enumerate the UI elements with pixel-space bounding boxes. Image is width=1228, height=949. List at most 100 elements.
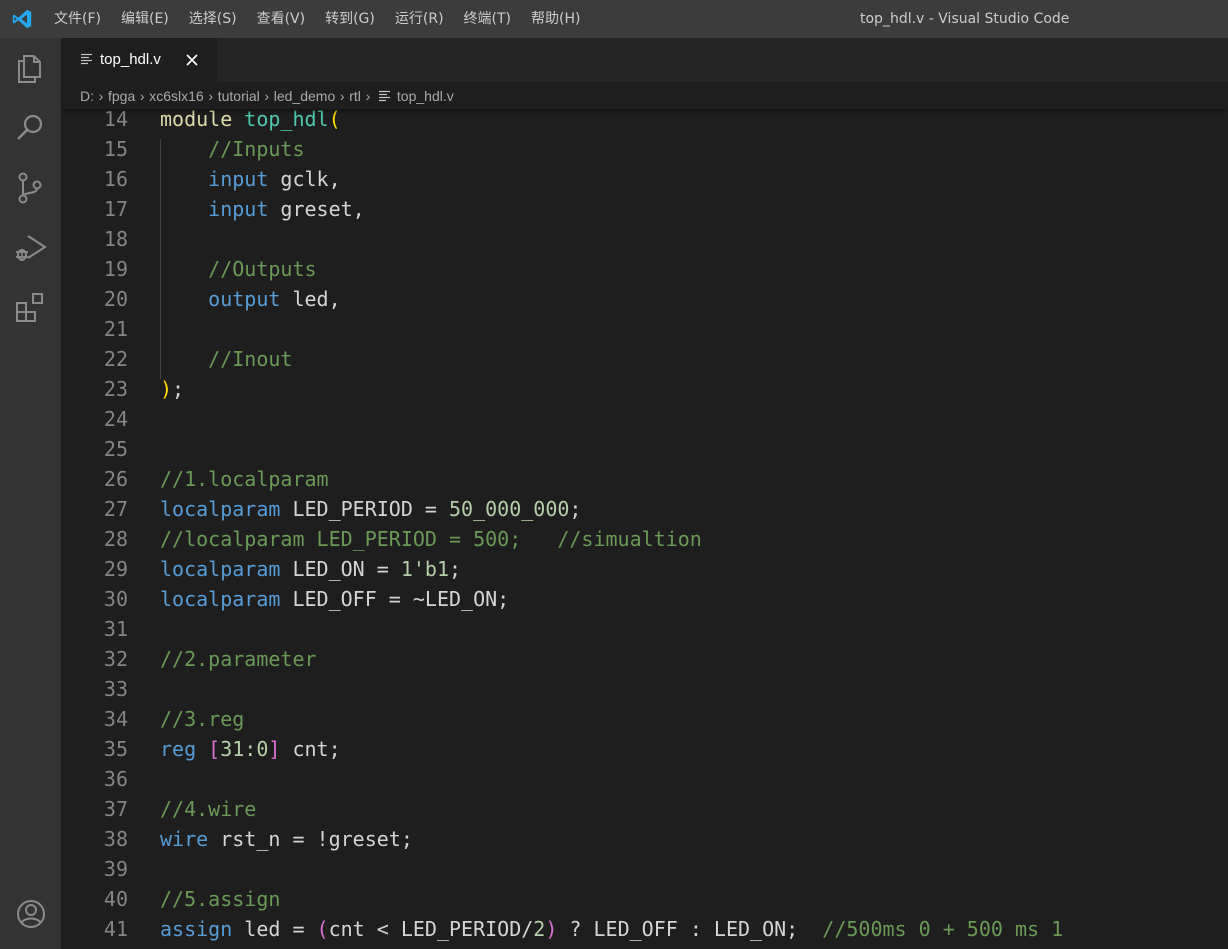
code-line[interactable]: 40 //5.assign bbox=[61, 884, 1228, 914]
close-icon[interactable] bbox=[183, 51, 201, 69]
code-line[interactable]: 15 //Inputs bbox=[61, 134, 1228, 164]
code-token: ; bbox=[449, 557, 462, 581]
line-number: 23 bbox=[103, 377, 128, 401]
source-control-icon[interactable] bbox=[13, 170, 49, 206]
code-line[interactable]: 29 localparam LED_ON = 1'b1; bbox=[61, 554, 1228, 584]
code-token: input bbox=[208, 197, 269, 221]
code-token: ? LED_OFF : LED_ON; bbox=[557, 917, 823, 941]
line-number: 30 bbox=[103, 587, 128, 611]
code-text: //4.wire bbox=[160, 794, 256, 824]
line-number: 24 bbox=[103, 407, 128, 431]
code-line[interactable]: 14 module top_hdl( bbox=[61, 109, 1228, 134]
code-token: LED_ON = bbox=[280, 557, 401, 581]
code-token: reg bbox=[160, 737, 197, 761]
breadcrumb-item[interactable]: D: bbox=[80, 88, 94, 104]
extensions-icon[interactable] bbox=[13, 290, 49, 326]
menu-terminal[interactable]: 终端(T) bbox=[454, 0, 521, 38]
chevron-right-icon: › bbox=[264, 87, 270, 104]
code-token: 31:0 bbox=[220, 737, 269, 761]
search-icon[interactable] bbox=[13, 110, 49, 146]
menu-help[interactable]: 帮助(H) bbox=[521, 0, 590, 38]
code-text: input gclk, bbox=[160, 164, 340, 194]
menu-file[interactable]: 文件(F) bbox=[44, 0, 111, 38]
chevron-right-icon: › bbox=[339, 87, 345, 104]
tab-top-hdl[interactable]: top_hdl.v bbox=[61, 38, 217, 82]
code-line[interactable]: 18 bbox=[61, 224, 1228, 254]
breadcrumb-item-current[interactable]: top_hdl.v bbox=[397, 88, 454, 104]
code-text: localparam LED_OFF = ~LED_ON; bbox=[160, 584, 509, 614]
code-line[interactable]: 21 bbox=[61, 314, 1228, 344]
code-line[interactable]: 32 //2.parameter bbox=[61, 644, 1228, 674]
breadcrumb-item[interactable]: rtl bbox=[349, 88, 361, 104]
code-line[interactable]: 28 //localparam LED_PERIOD = 500; //simua… bbox=[61, 524, 1228, 554]
code-token: 50_000_000 bbox=[449, 497, 570, 521]
code-token: ; bbox=[569, 497, 582, 521]
code-text: wire rst_n = !greset; bbox=[160, 824, 413, 854]
code-line[interactable]: 30 localparam LED_OFF = ~LED_ON; bbox=[61, 584, 1228, 614]
menu-run[interactable]: 运行(R) bbox=[385, 0, 454, 38]
code-text: //Inout bbox=[160, 344, 292, 374]
code-line[interactable]: 39 bbox=[61, 854, 1228, 884]
code-token: localparam bbox=[160, 587, 281, 611]
code-line[interactable]: 35 reg [31:0] cnt; bbox=[61, 734, 1228, 764]
code-line[interactable]: 26 //1.localparam bbox=[61, 464, 1228, 494]
line-number: 29 bbox=[103, 557, 128, 581]
code-token: module bbox=[160, 109, 233, 131]
code-token: //Inout bbox=[208, 347, 293, 371]
code-token: 1'b1 bbox=[400, 557, 450, 581]
code-token: //4.wire bbox=[160, 797, 257, 821]
code-line[interactable]: 17 input greset, bbox=[61, 194, 1228, 224]
code-line[interactable]: 37 //4.wire bbox=[61, 794, 1228, 824]
breadcrumb-item[interactable]: tutorial bbox=[218, 88, 260, 104]
code-token: ) bbox=[545, 917, 558, 941]
code-line[interactable]: 23); bbox=[61, 374, 1228, 404]
menu-go[interactable]: 转到(G) bbox=[315, 0, 385, 38]
code-token: assign bbox=[160, 917, 233, 941]
run-debug-icon[interactable] bbox=[13, 230, 49, 266]
code-text: //3.reg bbox=[160, 704, 244, 734]
menu-bar: 文件(F) 编辑(E) 选择(S) 查看(V) 转到(G) 运行(R) 终端(T… bbox=[44, 0, 590, 38]
explorer-icon[interactable] bbox=[13, 50, 49, 86]
menu-edit[interactable]: 编辑(E) bbox=[111, 0, 179, 38]
breadcrumb-item[interactable]: xc6slx16 bbox=[149, 88, 203, 104]
line-number: 20 bbox=[103, 287, 128, 311]
code-line[interactable]: 22 //Inout bbox=[61, 344, 1228, 374]
line-number: 33 bbox=[103, 677, 128, 701]
code-line[interactable]: 31 bbox=[61, 614, 1228, 644]
code-line[interactable]: 24 bbox=[61, 404, 1228, 434]
code-line[interactable]: 38 wire rst_n = !greset; bbox=[61, 824, 1228, 854]
chevron-right-icon: › bbox=[98, 87, 104, 104]
code-text: localparam LED_PERIOD = 50_000_000; bbox=[160, 494, 581, 524]
line-number: 32 bbox=[103, 647, 128, 671]
code-line[interactable]: 33 bbox=[61, 674, 1228, 704]
code-line[interactable]: 36 bbox=[61, 764, 1228, 794]
code-line[interactable]: 16 input gclk, bbox=[61, 164, 1228, 194]
code-text: module top_hdl( bbox=[160, 109, 341, 134]
code-token: top_hdl bbox=[244, 109, 329, 131]
chevron-right-icon: › bbox=[365, 87, 371, 104]
account-icon[interactable] bbox=[13, 896, 49, 932]
activity-bar bbox=[0, 38, 61, 949]
line-number: 25 bbox=[103, 437, 128, 461]
code-editor[interactable]: 14 module top_hdl(15 //Inputs 16 input gcl… bbox=[61, 109, 1228, 949]
code-line[interactable]: 20 output led, bbox=[61, 284, 1228, 314]
code-text: //5.assign bbox=[160, 884, 280, 914]
code-line[interactable]: 25 bbox=[61, 434, 1228, 464]
code-text: //Outputs bbox=[160, 254, 316, 284]
code-line[interactable]: 41 assign led = (cnt < LED_PERIOD/2) ? LE… bbox=[61, 914, 1228, 944]
code-line[interactable]: 27 localparam LED_PERIOD = 50_000_000; bbox=[61, 494, 1228, 524]
menu-view[interactable]: 查看(V) bbox=[247, 0, 316, 38]
code-line[interactable]: 19 //Outputs bbox=[61, 254, 1228, 284]
code-line[interactable]: 34 //3.reg bbox=[61, 704, 1228, 734]
code-text: //Inputs bbox=[160, 134, 304, 164]
line-number: 26 bbox=[103, 467, 128, 491]
line-number: 40 bbox=[103, 887, 128, 911]
file-lines-icon bbox=[81, 53, 92, 65]
chevron-right-icon: › bbox=[139, 87, 145, 104]
window-title: top_hdl.v - Visual Studio Code bbox=[860, 11, 1070, 27]
breadcrumb-item[interactable]: led_demo bbox=[274, 88, 336, 104]
menu-selection[interactable]: 选择(S) bbox=[179, 0, 247, 38]
breadcrumb-item[interactable]: fpga bbox=[108, 88, 135, 104]
